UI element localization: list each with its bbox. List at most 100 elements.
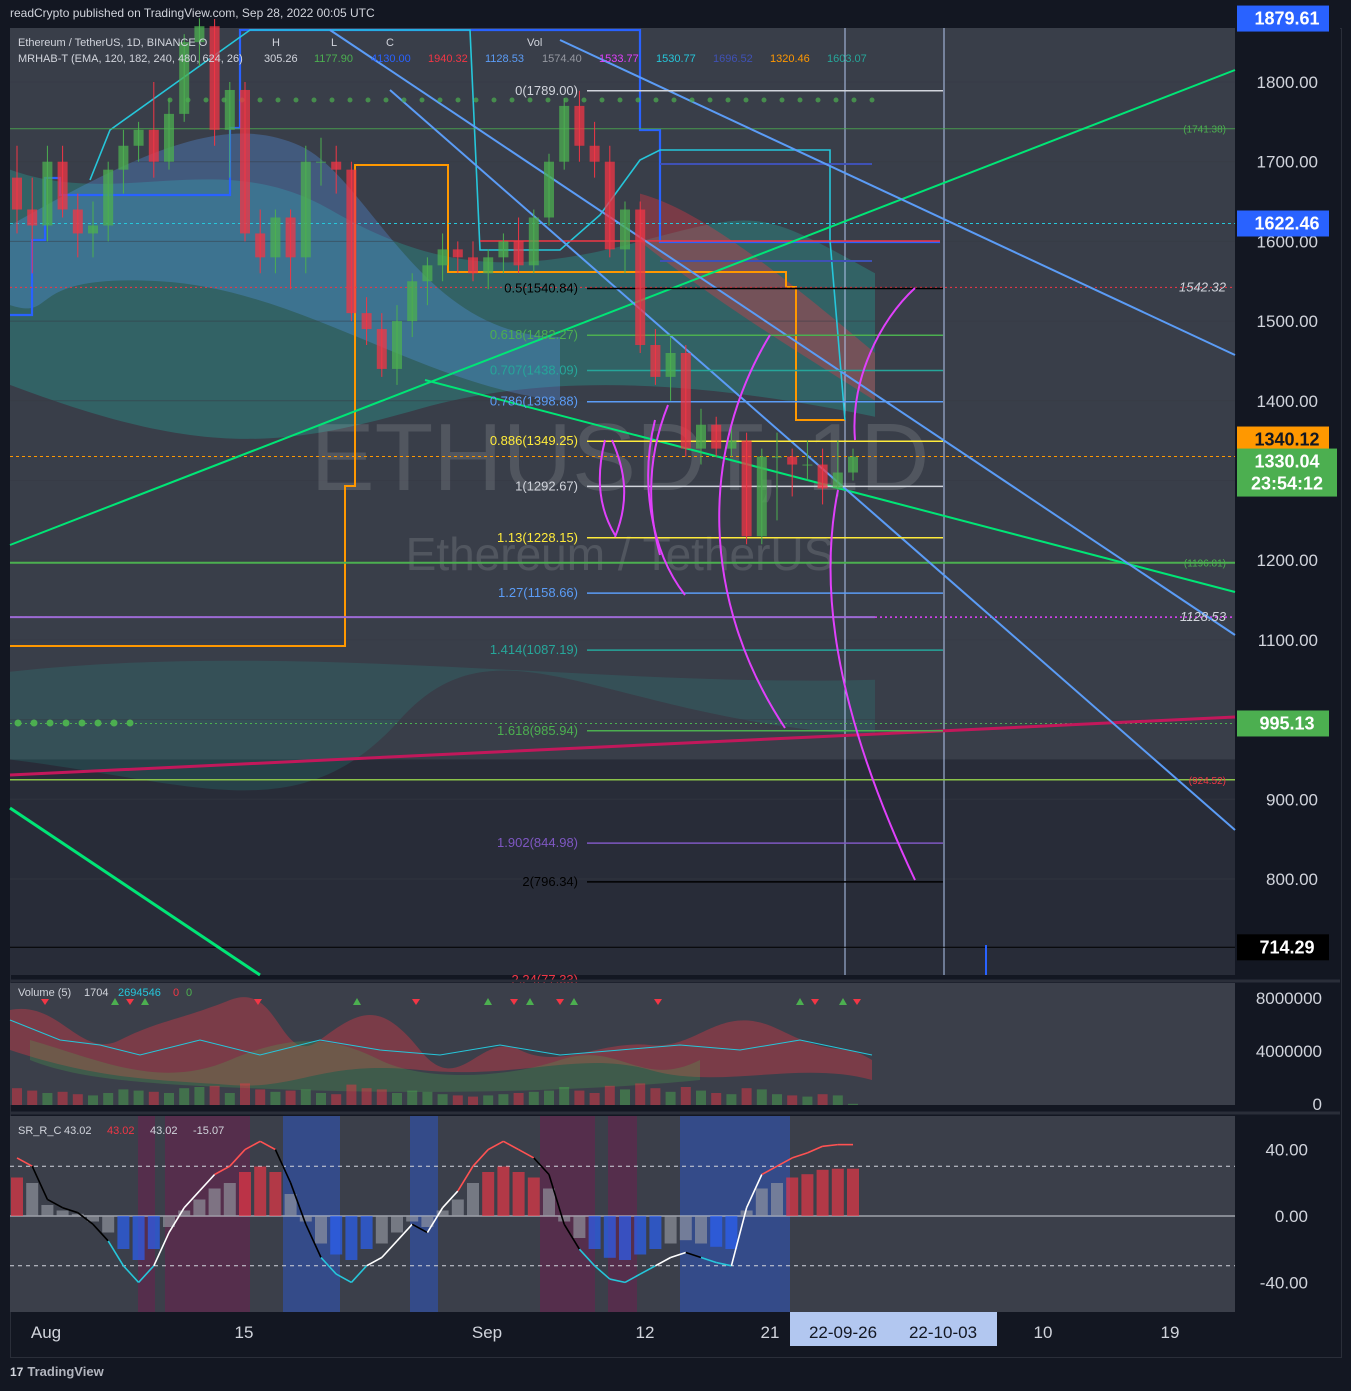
time-axis-tick: 10 bbox=[1034, 1323, 1053, 1342]
sr-histogram-bar bbox=[786, 1177, 799, 1216]
volume-pane-value: 0 bbox=[186, 987, 192, 999]
candle-body bbox=[331, 161, 342, 170]
volume-bar bbox=[650, 1088, 661, 1105]
volume-bar bbox=[437, 1094, 448, 1105]
volume-axis-tick: 0 bbox=[1313, 1095, 1322, 1114]
sr-histogram-bar bbox=[527, 1177, 540, 1216]
candle-body bbox=[772, 456, 782, 458]
dot-marker-top bbox=[761, 97, 767, 103]
sr-pane-value: 43.02 bbox=[64, 1125, 92, 1137]
sr-histogram-bar bbox=[664, 1216, 677, 1244]
volume-bar bbox=[285, 1090, 296, 1105]
candle-body bbox=[300, 161, 311, 258]
candle-body bbox=[802, 464, 813, 466]
volume-bar bbox=[726, 1094, 737, 1105]
volume-bar bbox=[696, 1090, 706, 1105]
candle-body bbox=[240, 89, 250, 234]
sr-histogram-bar bbox=[801, 1174, 814, 1216]
tradingview-icon: 17 bbox=[10, 1365, 24, 1379]
legend-indicator-value: 1128.53 bbox=[485, 53, 524, 65]
legend-indicator-value: 1530.77 bbox=[656, 53, 696, 65]
legend-ohlc-letter: C bbox=[386, 37, 394, 49]
fib-label: 0.618(1482.27) bbox=[490, 327, 578, 342]
dot-marker-top bbox=[815, 97, 821, 103]
sr-histogram-bar bbox=[102, 1216, 115, 1233]
legend-indicator-value: 1574.40 bbox=[542, 53, 582, 65]
sr-histogram-bar bbox=[330, 1216, 343, 1255]
price-axis-tick: 1500.00 bbox=[1257, 312, 1318, 331]
sr-histogram-bar bbox=[451, 1199, 464, 1216]
price-badge-text: 1622.46 bbox=[1254, 213, 1319, 233]
sr-histogram-bar bbox=[755, 1188, 768, 1216]
time-axis-tick: 12 bbox=[636, 1323, 655, 1342]
volume-bar bbox=[72, 1094, 83, 1105]
price-axis-tick: 1100.00 bbox=[1258, 631, 1318, 650]
dot-marker-top bbox=[437, 97, 443, 103]
candle-body bbox=[133, 129, 144, 146]
time-axis-tick: 15 bbox=[235, 1323, 254, 1342]
volume-bar bbox=[589, 1093, 600, 1105]
volume-bar bbox=[574, 1090, 585, 1105]
candle-body bbox=[574, 105, 585, 146]
candle-body bbox=[57, 161, 68, 210]
candle-body bbox=[316, 161, 326, 163]
volume-bar bbox=[407, 1090, 418, 1105]
dot-marker-top bbox=[347, 97, 353, 103]
price-label-right: 1542.32 bbox=[1179, 279, 1227, 294]
volume-bar bbox=[331, 1094, 342, 1105]
volume-pane-value: 1704 bbox=[84, 987, 108, 999]
dot-marker-top bbox=[653, 97, 659, 103]
tradingview-brand: TradingView bbox=[27, 1364, 104, 1379]
sr-histogram-bar bbox=[223, 1183, 236, 1216]
volume-bar bbox=[270, 1091, 281, 1105]
volume-bar bbox=[513, 1093, 524, 1105]
candle-body bbox=[513, 241, 524, 266]
fib-label: 0(1789.00) bbox=[515, 83, 578, 98]
dot-marker-top bbox=[833, 97, 839, 103]
dot-marker-top bbox=[851, 97, 857, 103]
sr-histogram-bar bbox=[619, 1216, 631, 1260]
legend-symbol: Ethereum / TetherUS, 1D, BINANCE O bbox=[18, 37, 208, 49]
volume-bar bbox=[209, 1085, 220, 1105]
price-axis-tick: 900.00 bbox=[1266, 790, 1318, 809]
sr-highlight-column bbox=[138, 1116, 155, 1312]
candle-body bbox=[12, 177, 22, 210]
sr-histogram-bar bbox=[588, 1216, 601, 1249]
chart-canvas[interactable]: ETHUSDT, 1DEthereum / TetherUS0(1789.00)… bbox=[0, 0, 1351, 1391]
candle-body bbox=[392, 321, 402, 369]
volume-bar bbox=[528, 1091, 539, 1105]
sr-histogram-bar bbox=[208, 1188, 221, 1216]
price-label-right: (924.52) bbox=[1189, 776, 1226, 787]
sr-histogram-bar bbox=[117, 1216, 130, 1249]
tradingview-logo[interactable]: 17 TradingView bbox=[10, 1364, 104, 1379]
sr-histogram-bar bbox=[710, 1216, 723, 1247]
volume-bar bbox=[635, 1083, 646, 1105]
volume-bar bbox=[194, 1087, 205, 1105]
dot-marker-top bbox=[725, 97, 731, 103]
legend-indicator-value: 4130.00 bbox=[371, 53, 411, 65]
fib-label: 2(796.34) bbox=[522, 874, 578, 889]
volume-bar bbox=[240, 1083, 250, 1105]
volume-bar bbox=[832, 1095, 843, 1105]
candle-body bbox=[848, 456, 858, 473]
sr-histogram-bar bbox=[193, 1199, 206, 1216]
dot-marker-top bbox=[509, 97, 515, 103]
candle-body bbox=[27, 209, 38, 226]
candle-body bbox=[696, 424, 706, 449]
sr-histogram-bar bbox=[147, 1216, 160, 1249]
volume-bar bbox=[376, 1089, 387, 1105]
candle-body bbox=[224, 89, 235, 130]
sr-histogram-bar bbox=[497, 1166, 510, 1216]
sr-histogram-bar bbox=[649, 1216, 662, 1249]
volume-bar bbox=[680, 1087, 691, 1105]
fib-label: 1.414(1087.19) bbox=[490, 642, 578, 657]
sr-histogram-bar bbox=[816, 1169, 829, 1216]
fib-label: 0.5(1540.84) bbox=[504, 281, 578, 296]
candle-body bbox=[376, 329, 387, 369]
watermark-name: Ethereum / TetherUS bbox=[406, 528, 835, 580]
candle-body bbox=[255, 233, 266, 258]
volume-pane-value: 0 bbox=[173, 987, 179, 999]
dot-marker-top bbox=[329, 97, 335, 103]
volume-bar bbox=[559, 1087, 570, 1105]
candle-body bbox=[452, 249, 463, 258]
